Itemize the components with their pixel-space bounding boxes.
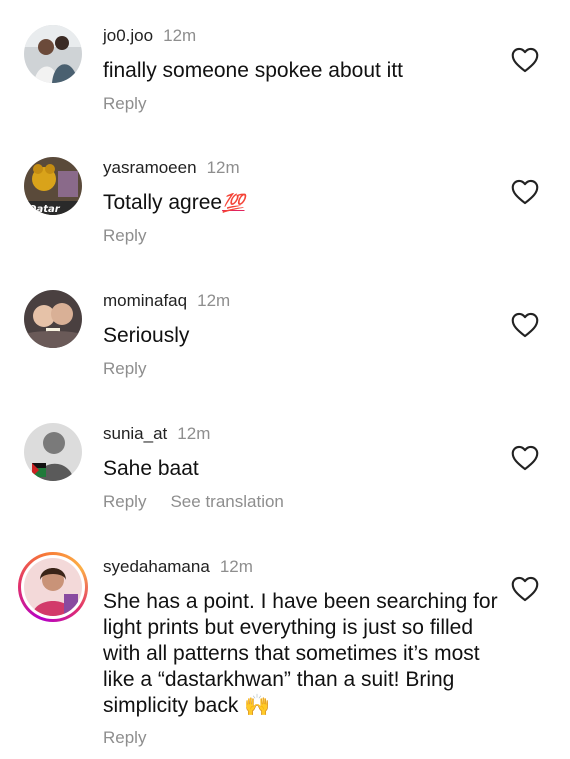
- timestamp: 12m: [206, 158, 240, 177]
- comment-actions: Reply: [103, 358, 146, 380]
- comment-meta: yasramoeen 12m: [103, 157, 240, 179]
- timestamp: 12m: [163, 26, 197, 45]
- hundred-points-emoji: 💯: [222, 193, 245, 213]
- raising-hands-emoji: 🙌: [244, 694, 271, 717]
- heart-outline-icon[interactable]: [511, 47, 539, 73]
- reply-button[interactable]: Reply: [103, 226, 146, 245]
- comment-meta: jo0.joo 12m: [103, 25, 196, 47]
- comment-meta: syedahamana 12m: [103, 556, 253, 578]
- reply-button[interactable]: Reply: [103, 728, 146, 747]
- comment-text-body: Totally agree: [103, 191, 223, 214]
- comment-text: Totally agree💯: [103, 190, 498, 216]
- comment-meta: mominafaq 12m: [103, 290, 230, 312]
- comment-text: She has a point. I have been searching f…: [103, 589, 498, 719]
- reply-button[interactable]: Reply: [103, 359, 146, 378]
- avatar[interactable]: [24, 423, 82, 481]
- avatar: [24, 558, 82, 616]
- heart-outline-icon[interactable]: [511, 576, 539, 602]
- comment-text: finally someone spokee about itt: [103, 59, 404, 82]
- timestamp: 12m: [177, 424, 211, 443]
- heart-outline-icon[interactable]: [511, 445, 539, 471]
- username[interactable]: mominafaq: [103, 291, 187, 310]
- username[interactable]: sunia_at: [103, 424, 167, 443]
- timestamp: 12m: [197, 291, 231, 310]
- heart-outline-icon[interactable]: [511, 312, 539, 338]
- comment-text: Seriously: [103, 324, 190, 347]
- see-translation-button[interactable]: See translation: [170, 492, 283, 511]
- reply-button[interactable]: Reply: [103, 94, 146, 113]
- avatar-caption: Qatar: [28, 204, 61, 215]
- reply-button[interactable]: Reply: [103, 492, 146, 511]
- avatar[interactable]: [24, 290, 82, 348]
- comment-meta: sunia_at 12m: [103, 423, 210, 445]
- comment-actions: Reply: [103, 727, 146, 749]
- username[interactable]: jo0.joo: [103, 26, 153, 45]
- username[interactable]: syedahamana: [103, 557, 210, 576]
- avatar[interactable]: [24, 25, 82, 83]
- heart-outline-icon[interactable]: [511, 179, 539, 205]
- comment-actions: Reply: [103, 225, 146, 247]
- comment-text: Sahe baat: [103, 457, 199, 480]
- comment-text-body: She has a point. I have been searching f…: [103, 590, 498, 717]
- comment-actions: Reply: [103, 93, 146, 115]
- username[interactable]: yasramoeen: [103, 158, 197, 177]
- comment-actions: Reply See translation: [103, 491, 284, 513]
- avatar-story-ring[interactable]: [18, 552, 88, 622]
- timestamp: 12m: [219, 557, 253, 576]
- avatar[interactable]: Qatar: [24, 157, 82, 215]
